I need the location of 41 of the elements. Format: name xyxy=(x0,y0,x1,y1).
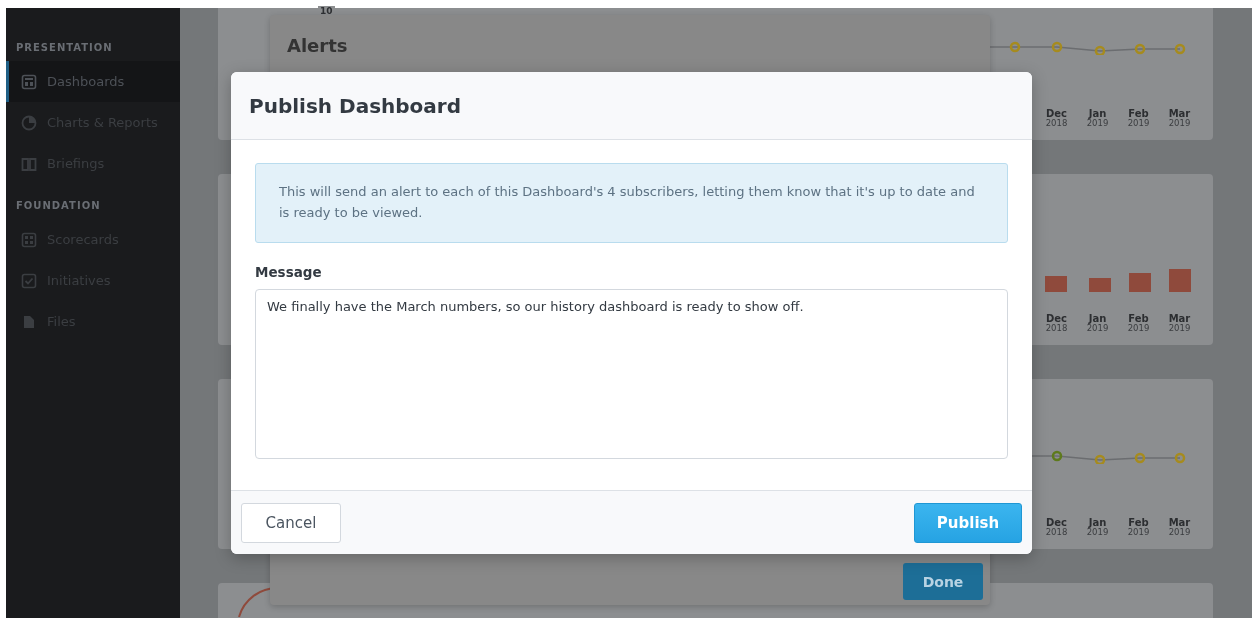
dialog-title: Alerts xyxy=(287,35,348,56)
publish-button[interactable]: Publish xyxy=(914,502,1022,543)
year-label: 2018 xyxy=(1045,324,1068,333)
year-label: 2019 xyxy=(1168,324,1191,333)
month-label: Feb xyxy=(1128,108,1149,119)
year-label: 2019 xyxy=(1086,119,1109,128)
sidebar-section-title: FOUNDATION xyxy=(15,199,102,213)
sidebar-section-title: PRESENTATION xyxy=(15,41,114,55)
month-label: Jan xyxy=(1088,313,1107,325)
year-label: 2018 xyxy=(1045,119,1068,128)
month-label: Dec xyxy=(1046,108,1067,119)
year-label: 2019 xyxy=(1127,324,1150,333)
info-notice: This will send an alert to each of this Dashboard's 4 subscribers, letting them know that it's up to date and is ready to be viewed. xyxy=(255,163,1008,243)
done-button[interactable]: Done xyxy=(903,563,983,600)
dashboard-icon xyxy=(21,73,37,90)
year-label: 2019 xyxy=(1127,528,1150,537)
year-label: 2019 xyxy=(1168,528,1191,537)
month-label: Mar xyxy=(1168,517,1191,528)
pie-chart-icon xyxy=(21,114,37,131)
message-field[interactable]: We finally have the March numbers, so our history dashboard is ready to show off. xyxy=(255,289,1008,459)
month-label: Dec xyxy=(1046,517,1067,528)
file-icon xyxy=(21,313,37,330)
book-icon xyxy=(21,155,37,172)
year-label: 2019 xyxy=(1127,119,1150,128)
year-label: 2019 xyxy=(1086,324,1109,333)
month-label: Dec xyxy=(1046,313,1067,324)
month-label: Feb xyxy=(1128,517,1149,528)
cancel-button[interactable]: Cancel xyxy=(241,502,341,543)
year-label: 2019 xyxy=(1086,528,1109,537)
checkbox-icon xyxy=(21,272,37,289)
field-label: Message xyxy=(255,264,323,280)
sidebar-item[interactable]: Dashboards xyxy=(6,61,180,102)
month-label: Mar xyxy=(1168,313,1191,324)
year-label: 2019 xyxy=(1168,119,1191,128)
modal-title: Publish Dashboard xyxy=(249,93,461,118)
month-label: Jan xyxy=(1088,517,1107,529)
month-label: Feb xyxy=(1128,313,1149,324)
month-label: Mar xyxy=(1168,108,1191,119)
grid-icon xyxy=(21,231,37,248)
year-label: 2018 xyxy=(1045,528,1068,537)
month-label: Jan xyxy=(1088,108,1107,120)
